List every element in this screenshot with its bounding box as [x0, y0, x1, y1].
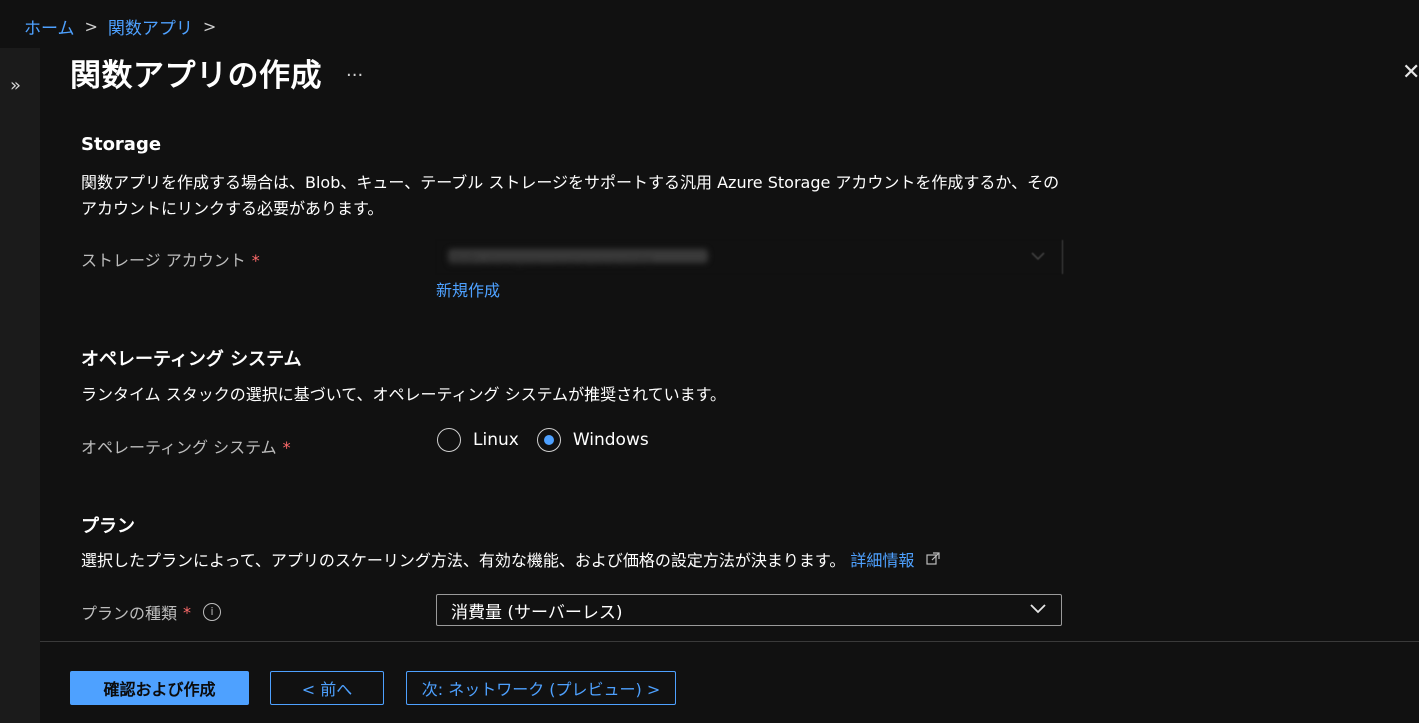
plan-description: 選択したプランによって、アプリのスケーリング方法、有効な機能、および価格の設定方… — [81, 548, 940, 574]
breadcrumb-separator: > — [202, 16, 217, 36]
close-icon[interactable]: ✕ — [1402, 62, 1419, 84]
required-marker: * — [282, 438, 291, 457]
os-label-text: オペレーティング システム — [81, 438, 277, 457]
more-options-button[interactable]: ... — [346, 60, 370, 84]
breadcrumb-separator: > — [84, 16, 98, 36]
external-link-icon[interactable] — [925, 549, 940, 565]
plan-type-value: 消費量 (サーバーレス) — [451, 602, 623, 623]
os-radio-windows[interactable]: Windows — [536, 428, 649, 452]
os-description: ランタイム スタックの選択に基づいて、オペレーティング システムが推奨されていま… — [81, 385, 727, 404]
plan-type-select[interactable]: 消費量 (サーバーレス) — [436, 594, 1062, 626]
plan-description-text: 選択したプランによって、アプリのスケーリング方法、有効な機能、および価格の設定方… — [81, 551, 846, 570]
info-icon[interactable]: i — [203, 603, 222, 621]
os-section-title: オペレーティング システム — [81, 349, 302, 370]
storage-description: 関数アプリを作成する場合は、Blob、キュー、テーブル ストレージをサポートする… — [81, 173, 1060, 218]
expand-icon[interactable]: » — [10, 76, 28, 96]
plan-type-label-text: プランの種類 — [81, 604, 178, 623]
details-link[interactable]: 詳細情報 — [850, 551, 914, 570]
radio-checked-icon — [536, 428, 561, 452]
os-radio-linux-label: Linux — [473, 430, 519, 450]
storage-section-title: Storage — [81, 134, 162, 155]
page-title: 関数アプリの作成 — [70, 58, 322, 94]
plan-type-label: プランの種類 * i — [81, 600, 222, 624]
chevron-down-icon — [1029, 599, 1047, 622]
breadcrumb: ホーム > 関数アプリ > — [24, 12, 226, 40]
storage-account-value: (新規) storageaccountresourceb84 — [448, 249, 708, 267]
review-create-button[interactable]: 確認および作成 — [70, 671, 249, 705]
next-button[interactable]: 次: ネットワーク (プレビュー) > — [406, 671, 676, 705]
os-radio-group: Linux Windows — [437, 428, 649, 452]
os-radio-windows-label: Windows — [572, 430, 649, 450]
storage-account-label: ストレージ アカウント * — [81, 247, 260, 271]
os-radio-linux[interactable]: Linux — [437, 428, 519, 452]
chevron-down-icon — [1030, 248, 1046, 264]
breadcrumb-function-app[interactable]: 関数アプリ — [108, 14, 193, 39]
radio-unchecked-icon — [437, 428, 461, 452]
required-marker: * — [183, 602, 192, 622]
storage-account-value-text: (新規) storageaccountresourceb84 — [448, 253, 654, 267]
os-label: オペレーティング システム * — [81, 434, 291, 458]
required-marker: * — [251, 251, 260, 270]
create-new-storage-link[interactable]: 新規作成 — [436, 277, 500, 301]
previous-button[interactable]: < 前へ — [270, 671, 384, 705]
storage-account-label-text: ストレージ アカウント — [81, 251, 246, 270]
plan-section-title: プラン — [81, 516, 135, 537]
left-rail — [0, 48, 40, 723]
storage-account-select[interactable]: (新規) storageaccountresourceb84 — [436, 240, 1063, 274]
footer-divider — [40, 641, 1419, 642]
breadcrumb-home[interactable]: ホーム — [24, 14, 75, 39]
